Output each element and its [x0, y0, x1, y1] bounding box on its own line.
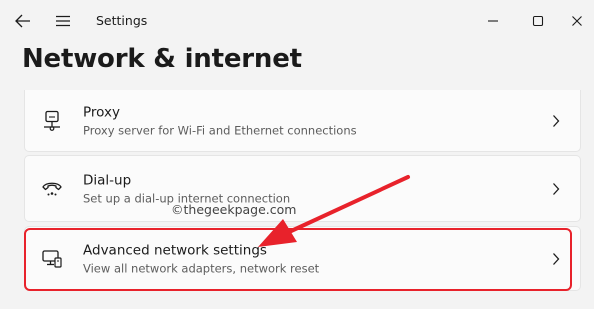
minimize-button[interactable] — [480, 8, 506, 34]
close-button[interactable] — [564, 8, 590, 34]
chevron-right-icon — [550, 114, 562, 128]
chevron-right-icon — [550, 182, 562, 196]
close-icon — [572, 16, 582, 26]
settings-item-text: Dial-up Set up a dial-up internet connec… — [83, 171, 290, 206]
app-title: Settings — [96, 13, 148, 28]
settings-item-proxy[interactable]: Proxy Proxy server for Wi-Fi and Etherne… — [24, 90, 581, 152]
hamburger-menu-icon — [56, 15, 70, 27]
settings-item-title: Proxy — [83, 104, 120, 120]
dialup-phone-icon — [41, 178, 63, 200]
network-adapters-icon — [41, 248, 63, 270]
watermark: ©thegeekpage.com — [171, 202, 297, 217]
maximize-button[interactable] — [525, 8, 551, 34]
settings-item-description: Proxy server for Wi-Fi and Ethernet conn… — [83, 123, 357, 137]
back-arrow-icon — [15, 14, 30, 28]
settings-item-text: Advanced network settings View all netwo… — [83, 241, 319, 276]
maximize-icon — [532, 15, 544, 27]
page-title: Network & internet — [22, 44, 302, 74]
settings-item-description: View all network adapters, network reset — [83, 261, 320, 275]
proxy-monitor-icon — [41, 110, 63, 132]
settings-item-title: Dial-up — [83, 172, 132, 188]
settings-item-text: Proxy Proxy server for Wi-Fi and Etherne… — [83, 103, 357, 138]
minimize-icon — [488, 20, 498, 22]
settings-item-title: Advanced network settings — [83, 242, 267, 258]
settings-item-advanced-network-settings[interactable]: Advanced network settings View all netwo… — [24, 226, 581, 291]
settings-item-dial-up[interactable]: Dial-up Set up a dial-up internet connec… — [24, 155, 581, 222]
navigation-menu-button[interactable] — [50, 8, 76, 34]
chevron-right-icon — [550, 252, 562, 266]
title-bar: Settings — [0, 0, 594, 42]
back-button[interactable] — [10, 8, 36, 34]
